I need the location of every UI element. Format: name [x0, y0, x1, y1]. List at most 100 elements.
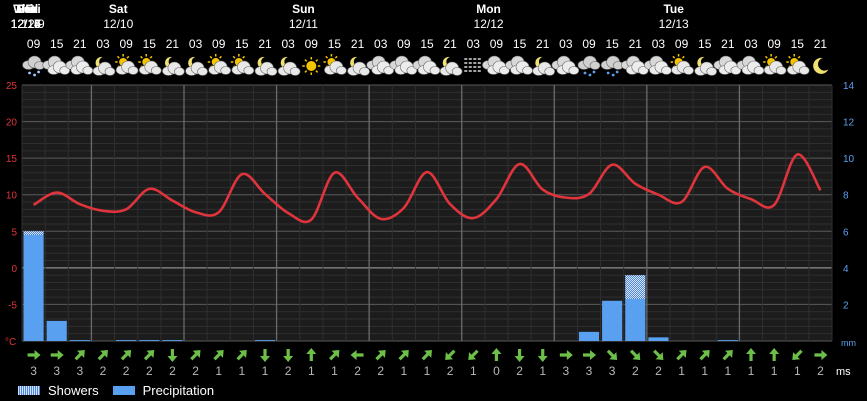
cloud-icon [551, 55, 580, 75]
wind-speed-label: 2 [123, 364, 130, 378]
legend-precipitation: Precipitation [112, 383, 214, 398]
hour-label: 09 [397, 37, 411, 51]
hour-label: 21 [351, 37, 365, 51]
temperature-tick-label: 15 [6, 154, 18, 165]
precipitation-tick-label: 6 [843, 227, 849, 238]
hour-label: 21 [73, 37, 87, 51]
wind-speed-label: 2 [655, 364, 662, 378]
precipitation-bar [254, 340, 276, 341]
precipitation-tick-label: 4 [843, 264, 849, 275]
precipitation-bar [717, 340, 738, 341]
day-date-label: 12/17 [11, 17, 41, 31]
wind-arrow-icon [606, 349, 618, 360]
precipitation-tick-label: 14 [843, 81, 855, 92]
wind-arrow-icon [421, 350, 432, 361]
wind-arrow-icon [629, 349, 641, 360]
precipitation-bar [625, 298, 646, 341]
wind-arrow-icon [699, 350, 710, 361]
wind-speed-label: 2 [377, 364, 384, 378]
moon-cloud-icon [92, 56, 116, 76]
wind-arrow-icon [236, 350, 247, 361]
wind-speed-label: 2 [632, 364, 639, 378]
legend-precipitation-swatch [112, 385, 135, 395]
hour-label: 21 [629, 37, 643, 51]
wind-speed-label: 3 [586, 364, 593, 378]
wind-speed-label: 2 [817, 364, 824, 378]
wind-speed-label: 2 [285, 364, 292, 378]
wind-speed-label: 1 [539, 364, 546, 378]
hour-label: 15 [50, 37, 64, 51]
wind-speed-label: 1 [239, 364, 246, 378]
wind-speed-label: 3 [30, 364, 37, 378]
precipitation-bar [139, 340, 160, 341]
precipitation-bar [23, 234, 44, 341]
wind-arrow-icon [398, 350, 409, 361]
wind-speed-label: 1 [748, 364, 755, 378]
day-date-label: 12/12 [474, 17, 504, 31]
wind-arrow-icon [445, 349, 456, 360]
moon-cloud-icon [185, 56, 208, 76]
hour-label: 15 [235, 37, 249, 51]
cloud-rain-icon [577, 55, 601, 77]
day-weekday-label: Sat [16, 2, 35, 16]
sun-cloud-icon [230, 54, 255, 75]
precipitation-bar [162, 340, 183, 341]
wind-speed-label: 1 [470, 364, 477, 378]
sun-icon [302, 57, 321, 75]
weather-forecast-chart: 2520151050-5°C1412108642mmFri12/9Sat12/1… [5, 2, 856, 378]
temperature-tick-label: 0 [11, 264, 17, 275]
temperature-tick-label: 25 [6, 81, 18, 92]
wind-arrow-icon [559, 350, 573, 360]
hour-label: 21 [443, 37, 457, 51]
temperature-tick-label: 20 [6, 118, 18, 129]
temperature-tick-label: 5 [11, 227, 17, 238]
cloud-rain-icon [600, 55, 624, 77]
hour-label: 09 [767, 37, 781, 51]
wind-arrow-icon [213, 350, 224, 361]
moon-cloud-icon [277, 56, 301, 76]
cloud-icon [65, 55, 94, 75]
wind-speed-label: 1 [701, 364, 708, 378]
day-weekday-label: Sun [292, 2, 315, 16]
sun-cloud-icon [763, 54, 787, 75]
moon-icon [813, 57, 829, 74]
day-date-label: 12/10 [103, 17, 133, 31]
wind-arrow-icon [283, 349, 294, 362]
hour-label: 09 [212, 37, 226, 51]
wind-arrow-icon [120, 350, 132, 361]
sun-cloud-icon [323, 54, 347, 75]
wind-arrow-icon [514, 349, 525, 362]
hour-label: 03 [189, 37, 203, 51]
wind-arrow-icon [722, 350, 733, 361]
wind-arrow-icon [350, 350, 364, 360]
wind-arrow-icon [746, 348, 756, 361]
sun-cloud-icon [138, 54, 162, 75]
wind-speed-label: 1 [725, 364, 732, 378]
wind-speed-label: 1 [308, 364, 315, 378]
wind-arrow-icon [769, 348, 780, 361]
cloud-snow-icon [22, 55, 45, 77]
hour-label: 03 [281, 37, 295, 51]
hour-label: 15 [605, 37, 619, 51]
moon-cloud-icon [254, 56, 278, 76]
hour-label: 09 [305, 37, 319, 51]
temperature-unit-label: °C [5, 337, 16, 348]
wind-speed-label: 1 [794, 364, 801, 378]
hour-label: 15 [791, 37, 805, 51]
wind-arrow-icon [260, 349, 270, 362]
wind-arrow-icon [375, 350, 386, 361]
wind-speed-label: 3 [563, 364, 570, 378]
sun-cloud-icon [207, 54, 232, 75]
hour-label: 03 [559, 37, 573, 51]
sun-cloud-icon [670, 54, 694, 75]
wind-arrow-icon [792, 349, 803, 360]
wind-speed-label: 3 [609, 364, 616, 378]
hour-label: 15 [328, 37, 342, 51]
showers-bar [23, 231, 44, 235]
precipitation-tick-label: 8 [843, 191, 849, 202]
wind-arrow-icon [50, 350, 64, 360]
hour-label: 21 [814, 37, 828, 51]
temperature-tick-label: -5 [8, 300, 17, 311]
wind-arrow-icon [27, 350, 41, 360]
wind-arrow-icon [653, 349, 664, 360]
